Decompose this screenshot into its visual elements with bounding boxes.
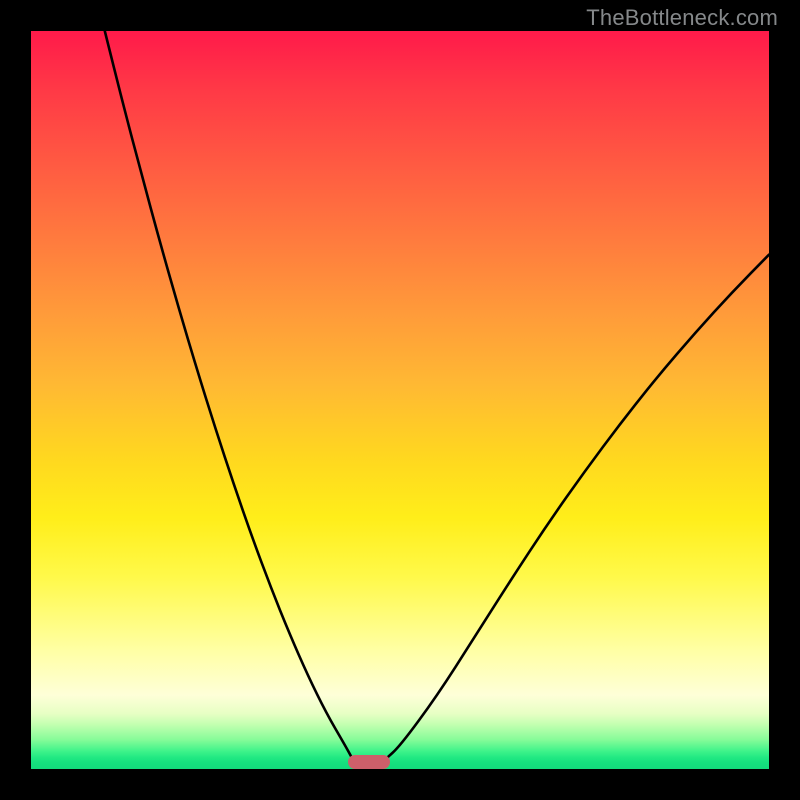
curve-layer — [31, 31, 769, 769]
watermark-text: TheBottleneck.com — [586, 5, 778, 31]
plot-area — [31, 31, 769, 769]
curve-left-branch — [105, 31, 353, 759]
curve-right-branch — [385, 255, 769, 760]
chart-container: TheBottleneck.com — [0, 0, 800, 800]
bottom-marker — [348, 755, 391, 769]
